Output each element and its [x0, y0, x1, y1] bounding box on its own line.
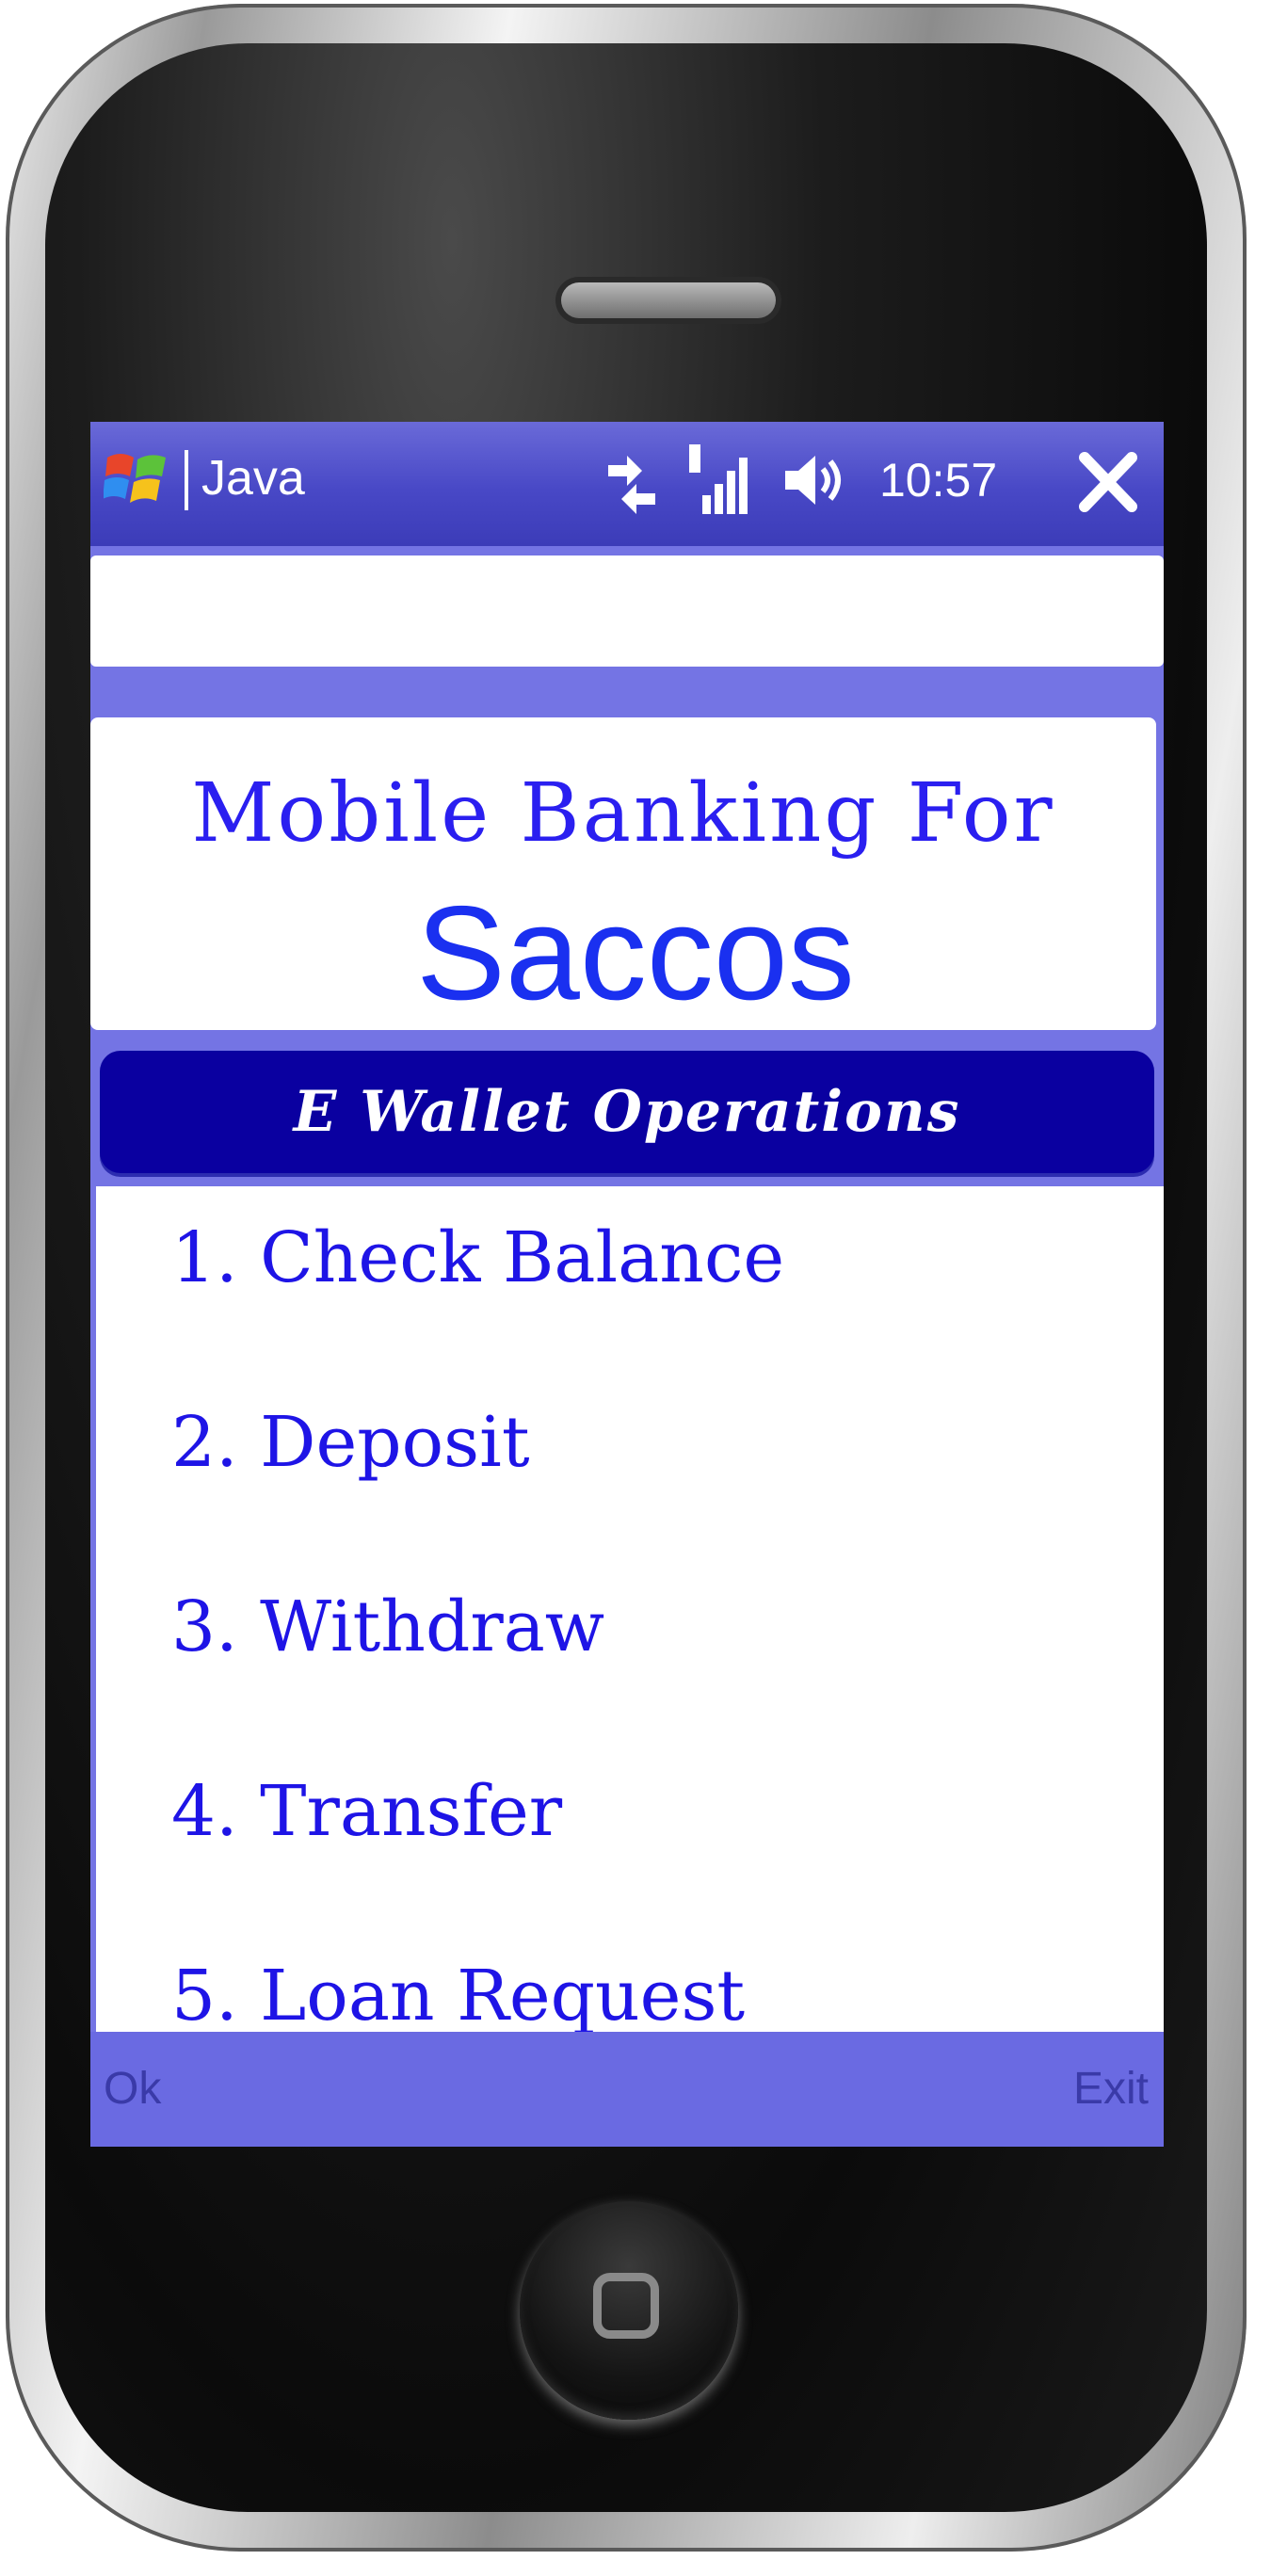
home-button[interactable] — [520, 2201, 738, 2420]
phone-screen: Java 10:57 Mobile Banking For Saccos E W… — [90, 422, 1164, 2147]
menu-item-withdraw[interactable]: 3. Withdraw — [171, 1570, 1113, 1683]
volume-icon[interactable] — [781, 450, 849, 510]
status-bar: Java 10:57 — [90, 422, 1164, 546]
section-title: E Wallet Operations — [293, 1079, 961, 1145]
signal-icon[interactable] — [685, 439, 751, 523]
ok-softkey[interactable]: Ok — [104, 2060, 161, 2118]
softkey-bar: Ok Exit — [90, 2032, 1164, 2147]
menu-item-transfer[interactable]: 4. Transfer — [171, 1755, 1113, 1868]
exit-softkey[interactable]: Exit — [1073, 2060, 1149, 2118]
menu-item-deposit[interactable]: 2. Deposit — [171, 1386, 1113, 1499]
close-icon[interactable] — [1071, 443, 1145, 522]
status-clock: 10:57 — [879, 454, 998, 507]
home-square-icon — [593, 2273, 659, 2339]
status-divider — [185, 450, 188, 510]
earpiece-speaker — [561, 282, 776, 318]
section-header: E Wallet Operations — [100, 1051, 1154, 1173]
windows-start-icon[interactable] — [104, 444, 171, 512]
text-input-box[interactable] — [90, 555, 1164, 667]
title-panel: Mobile Banking For Saccos — [90, 717, 1156, 1030]
connectivity-icon[interactable] — [599, 446, 665, 518]
app-title: Java — [201, 451, 305, 506]
app-heading: Mobile Banking For — [191, 766, 1055, 861]
operations-menu: 1. Check Balance 2. Deposit 3. Withdraw … — [96, 1186, 1164, 2037]
menu-item-check-balance[interactable]: 1. Check Balance — [171, 1201, 1113, 1314]
app-heading-sacco: Saccos — [416, 878, 855, 1028]
